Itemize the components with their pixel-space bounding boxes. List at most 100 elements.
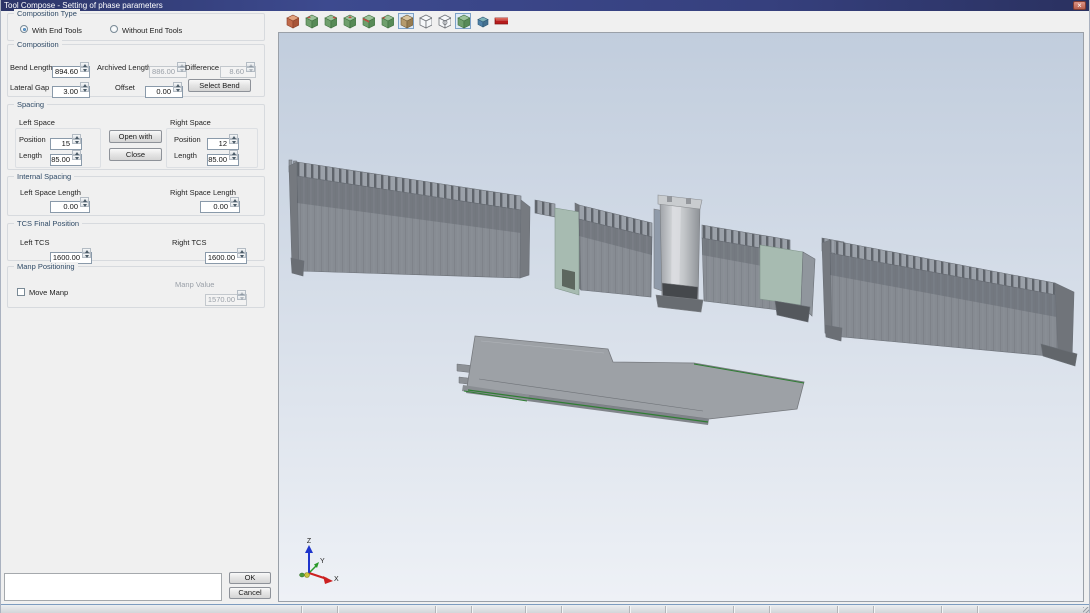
- internal-spacing-group: Internal Spacing Left Space Length Right…: [7, 176, 265, 216]
- left-space-length-spinner[interactable]: [80, 197, 89, 207]
- left-tcs-spinner[interactable]: [82, 248, 91, 258]
- offset-field[interactable]: [145, 81, 183, 93]
- tool-box-green-edge-accent-icon[interactable]: [360, 13, 376, 29]
- left-position-spinner[interactable]: [72, 134, 81, 144]
- without-end-tools-radio[interactable]: [110, 25, 118, 33]
- spinner-down: [246, 67, 255, 72]
- spinner-down[interactable]: [229, 139, 238, 144]
- close-button[interactable]: Close: [109, 148, 162, 161]
- tool-box-teal-small-icon[interactable]: [474, 13, 490, 29]
- spinner-down[interactable]: [80, 87, 89, 92]
- difference-field: [220, 61, 256, 73]
- tool-compose-dialog: Tool Compose - Setting of phase paramete…: [0, 0, 1090, 613]
- manp-positioning-group: Manp Positioning Move Manp Manp Value: [7, 266, 265, 308]
- left-length-label: Length: [19, 151, 42, 160]
- manp-value-field: [205, 289, 247, 301]
- right-position-field[interactable]: [207, 133, 239, 145]
- manp-value-label: Manp Value: [175, 280, 214, 289]
- spinner-down[interactable]: [82, 253, 91, 258]
- resize-grip[interactable]: [1083, 607, 1089, 613]
- offset-label: Offset: [115, 83, 135, 92]
- archived-length-field: [149, 61, 187, 73]
- parameters-panel: Composition Type With End Tools Without …: [1, 11, 278, 603]
- spinner-down[interactable]: [230, 202, 239, 207]
- lateral-gap-field[interactable]: [52, 81, 90, 93]
- left-space-title: Left Space: [19, 118, 55, 127]
- bend-length-field[interactable]: [52, 61, 90, 73]
- right-position-label: Position: [174, 135, 201, 144]
- 3d-viewport[interactable]: Z Y X: [278, 32, 1084, 602]
- spinner-down[interactable]: [72, 139, 81, 144]
- right-space-length-field[interactable]: [200, 196, 240, 208]
- tool-box-green-icon[interactable]: [455, 13, 471, 29]
- select-bend-button[interactable]: Select Bend: [188, 79, 251, 92]
- spinner-down[interactable]: [237, 253, 246, 258]
- right-length-field[interactable]: [207, 149, 239, 161]
- left-position-field[interactable]: [50, 133, 82, 145]
- wireframe-box-icon[interactable]: [417, 13, 433, 29]
- right-position-spinner[interactable]: [229, 134, 238, 144]
- right-tcs-spinner[interactable]: [237, 248, 246, 258]
- right-tcs-label: Right TCS: [172, 238, 206, 247]
- tool-box-green-left-accent-icon[interactable]: [303, 13, 319, 29]
- open-with-button[interactable]: Open with: [109, 130, 162, 143]
- spinner-down[interactable]: [173, 87, 182, 92]
- composition-group: Composition Bend Length Archived Length …: [7, 44, 265, 97]
- tool-box-tan-icon[interactable]: [398, 13, 414, 29]
- spacing-title: Spacing: [14, 100, 47, 109]
- move-manp-label[interactable]: Move Manp: [29, 288, 68, 297]
- right-space-title: Right Space: [170, 118, 211, 127]
- axis-x-label: X: [334, 576, 339, 583]
- status-strip: [1, 604, 1090, 613]
- message-box[interactable]: [4, 573, 222, 601]
- with-end-tools-radio[interactable]: [20, 25, 28, 33]
- spinner-down[interactable]: [72, 155, 81, 160]
- tool-box-green-top-accent-icon[interactable]: [341, 13, 357, 29]
- cancel-button[interactable]: Cancel: [229, 587, 271, 599]
- view-toolbar: [278, 11, 509, 32]
- tool-box-green-right-accent-icon[interactable]: [322, 13, 338, 29]
- bend-length-label: Bend Length: [10, 63, 53, 72]
- move-manp-checkbox[interactable]: [17, 288, 25, 296]
- viewport-canvas[interactable]: Z Y X: [279, 33, 1083, 601]
- without-end-tools-label[interactable]: Without End Tools: [122, 26, 182, 35]
- left-length-field[interactable]: [50, 149, 82, 161]
- spinner-down[interactable]: [229, 155, 238, 160]
- manp-title: Manp Positioning: [14, 262, 78, 271]
- title-bar[interactable]: Tool Compose - Setting of phase paramete…: [1, 0, 1089, 11]
- spinner-down[interactable]: [80, 202, 89, 207]
- left-tcs-label: Left TCS: [20, 238, 49, 247]
- left-tcs-field[interactable]: [50, 247, 92, 259]
- bend-length-spinner[interactable]: [80, 62, 89, 72]
- with-end-tools-label[interactable]: With End Tools: [32, 26, 82, 35]
- lateral-gap-spinner[interactable]: [80, 82, 89, 92]
- spinner-down: [237, 295, 246, 300]
- internal-spacing-title: Internal Spacing: [14, 172, 74, 181]
- difference-spinner: [246, 62, 255, 72]
- lateral-gap-label: Lateral Gap: [10, 83, 49, 92]
- left-space-length-field[interactable]: [50, 196, 90, 208]
- right-space-length-spinner[interactable]: [230, 197, 239, 207]
- composition-title: Composition: [14, 40, 62, 49]
- ok-button[interactable]: OK: [229, 572, 271, 584]
- axis-z-label: Z: [307, 538, 312, 545]
- difference-label: Difference: [185, 63, 219, 72]
- spinner-down[interactable]: [80, 67, 89, 72]
- composition-type-group: Composition Type With End Tools Without …: [7, 13, 265, 41]
- spacing-group: Spacing Left Space Position Length Open …: [7, 104, 265, 170]
- left-position-label: Position: [19, 135, 46, 144]
- tcs-final-position-group: TCS Final Position Left TCS Right TCS: [7, 223, 265, 261]
- right-tcs-field[interactable]: [205, 247, 247, 259]
- composition-type-title: Composition Type: [14, 9, 80, 18]
- close-icon[interactable]: ×: [1073, 1, 1086, 10]
- axis-y-label: Y: [320, 558, 325, 565]
- right-length-spinner[interactable]: [229, 150, 238, 160]
- measure-ruler-red-icon[interactable]: [493, 13, 509, 29]
- end-tool-box-red-icon[interactable]: [284, 13, 300, 29]
- tool-box-green-corner-accent-icon[interactable]: [379, 13, 395, 29]
- tcs-title: TCS Final Position: [14, 219, 82, 228]
- wireframe-box-detail-icon[interactable]: [436, 13, 452, 29]
- offset-spinner[interactable]: [173, 82, 182, 92]
- left-length-spinner[interactable]: [72, 150, 81, 160]
- right-length-label: Length: [174, 151, 197, 160]
